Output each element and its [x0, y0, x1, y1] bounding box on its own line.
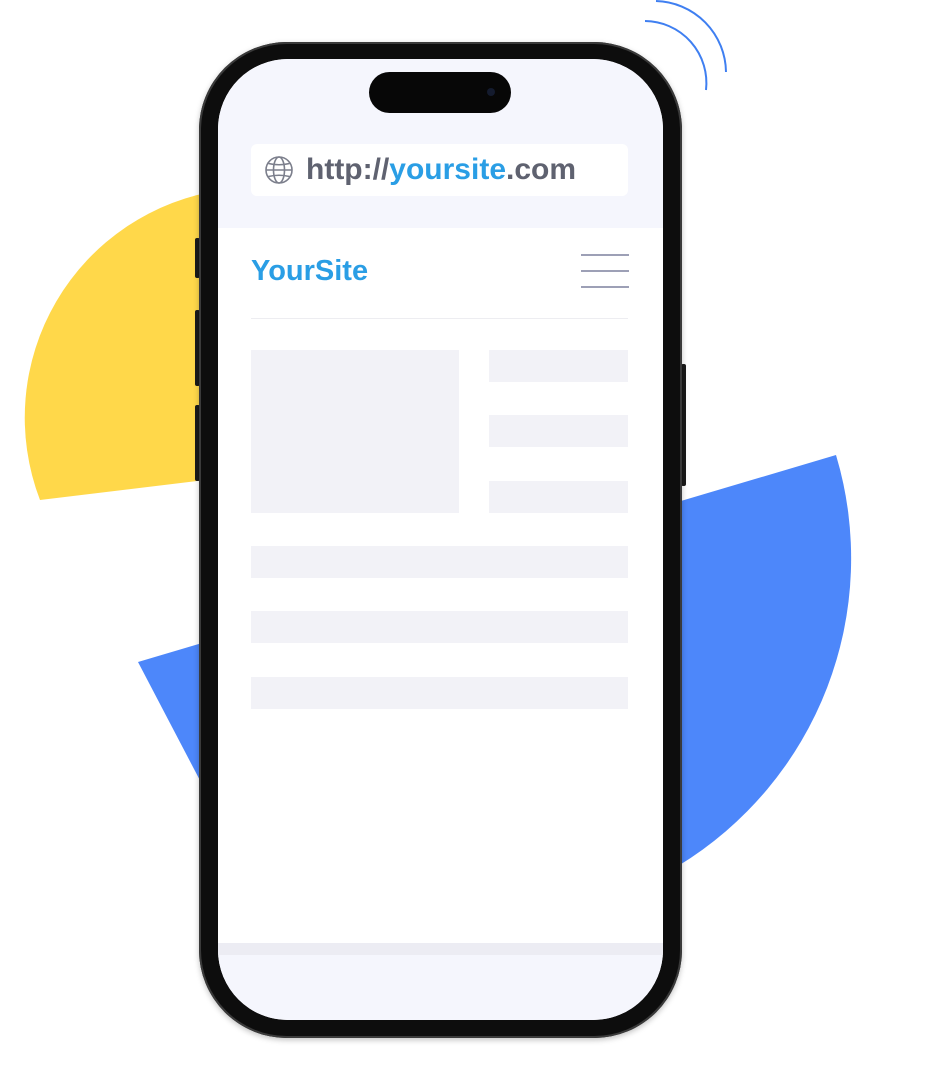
bottom-bar	[218, 943, 663, 1020]
menu-line	[581, 270, 629, 272]
menu-line	[581, 286, 629, 288]
yellow-circle-shape	[24, 190, 222, 500]
site-header: YourSite	[251, 228, 629, 319]
url-text: http://yoursite.com	[306, 154, 576, 186]
text-placeholder	[251, 546, 628, 578]
text-placeholder	[251, 611, 628, 643]
phone-screen: http://yoursite.com YourSite	[218, 59, 663, 1020]
menu-line	[581, 254, 629, 256]
site-logo[interactable]: YourSite	[251, 254, 368, 288]
address-bar[interactable]: http://yoursite.com	[251, 144, 628, 196]
url-domain: yoursite	[389, 153, 507, 186]
browser-bar: http://yoursite.com	[218, 59, 663, 228]
text-placeholder	[251, 677, 628, 709]
url-suffix: .com	[506, 153, 577, 186]
hamburger-menu-icon[interactable]	[581, 254, 629, 290]
phone-frame: http://yoursite.com YourSite	[199, 42, 682, 1038]
text-placeholder	[489, 415, 628, 447]
dynamic-island	[369, 72, 511, 113]
globe-icon	[265, 156, 293, 184]
text-placeholder	[489, 481, 628, 513]
stage: http://yoursite.com YourSite	[0, 0, 942, 1080]
image-placeholder	[251, 350, 459, 513]
url-prefix: http://	[306, 153, 390, 186]
text-placeholder	[489, 350, 628, 382]
camera-icon	[487, 88, 495, 96]
